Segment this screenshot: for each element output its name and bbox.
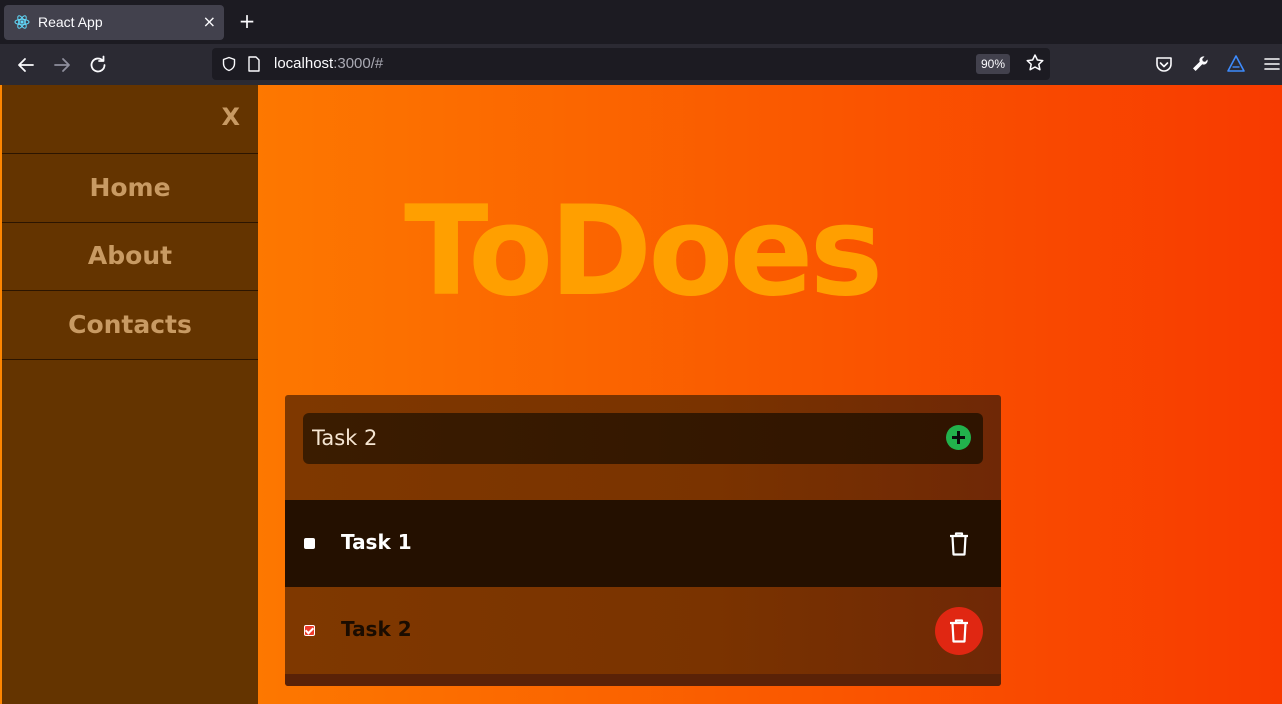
tab-close-icon[interactable]: ×	[203, 12, 216, 31]
sidebar-item-contacts[interactable]: Contacts	[2, 291, 258, 359]
browser-nav-bar: localhost:3000/# 90%	[0, 44, 1282, 85]
trash-icon	[950, 619, 968, 643]
sidebar-divider	[2, 359, 258, 360]
add-task-button[interactable]	[946, 425, 971, 450]
menu-icon[interactable]	[1261, 53, 1282, 75]
url-text[interactable]: localhost:3000/#	[274, 55, 383, 72]
extension-icon[interactable]	[1225, 53, 1247, 75]
todo-card: Task 1 Task 2	[285, 395, 1001, 686]
page-viewport: X Home About Contacts ToDoes Task 1 T	[0, 85, 1282, 704]
sidebar: X Home About Contacts	[2, 85, 258, 704]
sidebar-item-about[interactable]: About	[2, 222, 258, 290]
back-icon[interactable]	[14, 53, 38, 77]
page-title: ToDoes	[404, 180, 883, 324]
react-favicon-icon	[14, 15, 30, 29]
url-path: :3000/#	[333, 55, 384, 72]
delete-task-button[interactable]	[935, 607, 983, 655]
tab-title: React App	[38, 14, 103, 30]
trash-icon	[950, 532, 968, 556]
task-checkbox[interactable]	[304, 538, 315, 549]
task-row: Task 2	[285, 587, 1001, 674]
new-task-field	[303, 413, 983, 464]
pocket-icon[interactable]	[1153, 53, 1175, 75]
task-label: Task 1	[341, 530, 412, 554]
browser-tab-bar: React App × +	[0, 0, 1282, 44]
reload-icon[interactable]	[86, 53, 110, 77]
page-icon[interactable]	[247, 56, 261, 72]
new-tab-button[interactable]: +	[236, 9, 258, 33]
card-footer	[285, 674, 1001, 686]
bookmark-star-icon[interactable]	[1024, 52, 1046, 74]
zoom-indicator[interactable]: 90%	[976, 54, 1011, 74]
browser-tab[interactable]: React App ×	[4, 5, 224, 40]
new-task-input[interactable]	[312, 425, 912, 451]
task-row: Task 1	[285, 500, 1001, 587]
url-host: localhost	[274, 55, 334, 72]
task-checkbox[interactable]	[304, 625, 315, 636]
delete-task-button[interactable]	[935, 520, 983, 568]
forward-icon[interactable]	[50, 53, 74, 77]
url-bar[interactable]: localhost:3000/# 90%	[212, 48, 1050, 80]
task-label: Task 2	[341, 617, 412, 641]
shield-icon[interactable]	[221, 56, 237, 72]
sidebar-close-button[interactable]: X	[221, 103, 240, 131]
sidebar-item-home[interactable]: Home	[2, 154, 258, 222]
wrench-icon[interactable]	[1189, 53, 1211, 75]
